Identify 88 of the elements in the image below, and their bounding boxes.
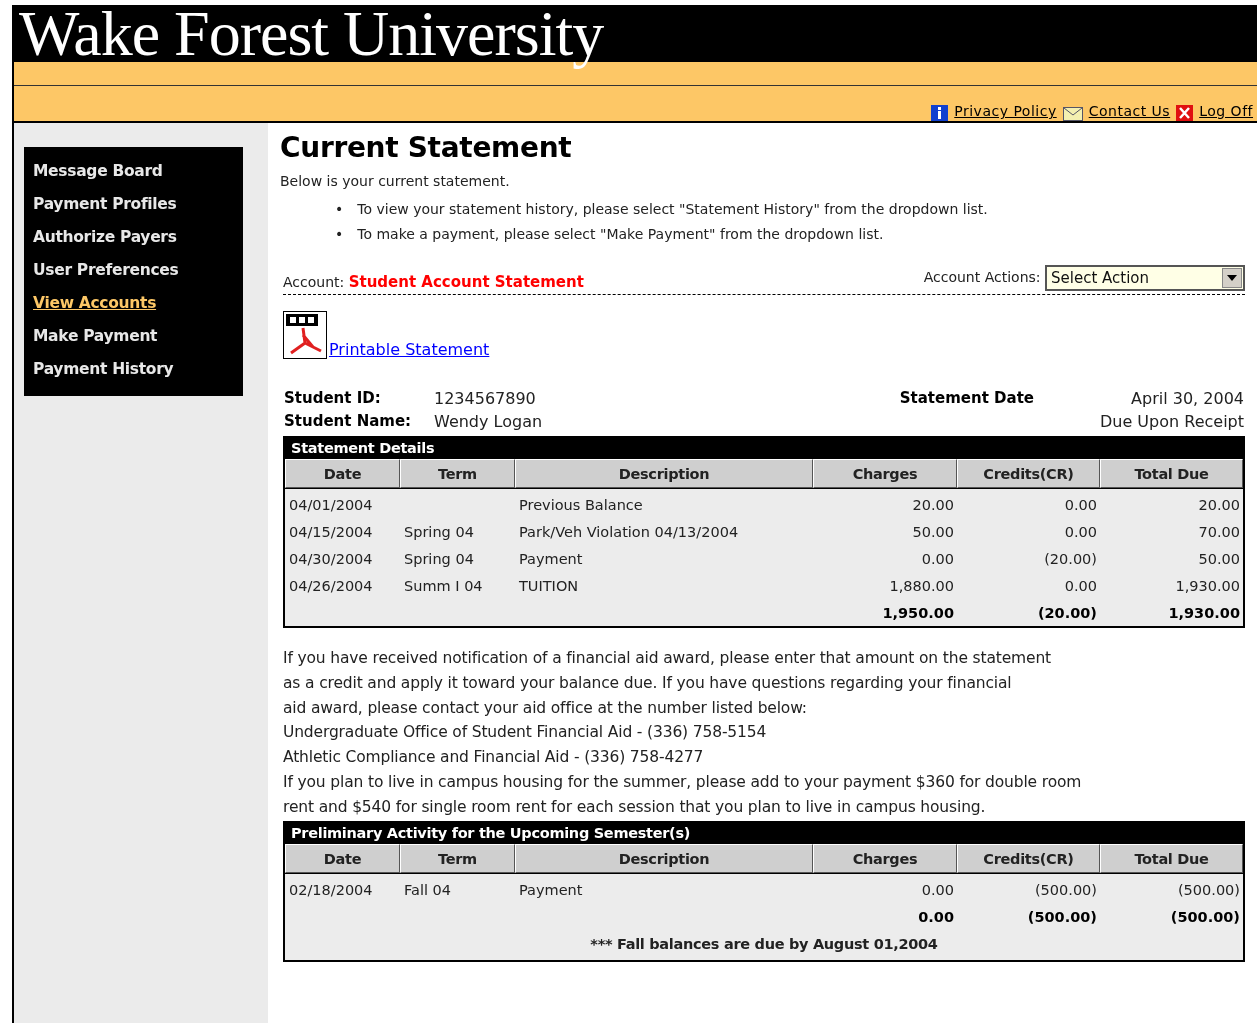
- table-cell-text: 04/01/2004: [288, 496, 374, 515]
- due-note: *** Fall balances are due by August 01,2004: [589, 934, 939, 954]
- table-cell-text: TUITION: [518, 577, 580, 596]
- caret-icon: [1227, 275, 1237, 281]
- column-header: Credits(CR): [957, 459, 1100, 488]
- table-cell-text: 04/15/2004: [288, 523, 374, 542]
- column-header: Description: [515, 459, 813, 488]
- column-header: Description: [515, 843, 813, 873]
- sidebar-link[interactable]: View Accounts: [33, 287, 157, 320]
- table-cell-text: (500.00): [1176, 880, 1241, 900]
- envelope-icon: [1062, 107, 1083, 121]
- table-cell-text: 0.00: [1063, 496, 1098, 515]
- total-cell-text: (500.00): [1026, 907, 1098, 927]
- column-header: Term: [400, 843, 515, 873]
- table-cell-text: 0.00: [920, 550, 955, 569]
- table-cell-text: Fall 04: [403, 880, 452, 900]
- account-name: Student Account Statement: [348, 273, 584, 291]
- notice-paragraph: If you have received notification of a financial aid award, please enter that amount on the statement as a credit and apply it toward your balance due. If you have questions regarding your financial aid award, please contact your aid office at the number listed below:: [283, 648, 1052, 719]
- close-icon: [1176, 105, 1194, 121]
- column-header: Total Due: [1100, 843, 1243, 873]
- notice-paragraph: Athletic Compliance and Financial Aid - (336) 758-4277: [283, 747, 705, 769]
- info-icon: [931, 105, 949, 121]
- sidebar-link[interactable]: Message Board: [33, 155, 163, 188]
- sidebar-link[interactable]: User Preferences: [33, 254, 179, 287]
- student-id: 1234567890: [434, 389, 537, 408]
- page-title: Current Statement: [280, 131, 573, 164]
- student-name: Wendy Logan: [434, 412, 544, 431]
- sidebar-link[interactable]: Authorize Payers: [33, 221, 177, 254]
- table-title: Preliminary Activity for the Upcoming Semester(s): [285, 822, 1243, 844]
- sidebar-link[interactable]: Make Payment: [33, 320, 158, 353]
- table-cell-text: 04/26/2004: [288, 577, 374, 596]
- due-terms: Due Upon Receipt: [1099, 412, 1244, 431]
- total-cell-text: (20.00): [1036, 604, 1098, 623]
- action-select[interactable]: Select Action: [1045, 265, 1245, 291]
- actions-label: Account Actions:: [923, 269, 1041, 285]
- table-cell-text: 50.00: [911, 523, 955, 542]
- pdf-file-icon: [283, 311, 327, 359]
- column-header: Date: [285, 459, 400, 488]
- total-cell-text: 0.00: [917, 907, 955, 927]
- table-cell-text: (20.00): [1043, 550, 1098, 569]
- header-link[interactable]: Contact Us: [1088, 103, 1171, 119]
- table-cell-text: (500.00): [1033, 880, 1098, 900]
- column-header: Credits(CR): [957, 843, 1100, 873]
- table-cell-text: 20.00: [911, 496, 955, 515]
- bullet-mark: •: [335, 225, 344, 244]
- table-cell-text: Previous Balance: [518, 496, 644, 515]
- column-header: Charges: [813, 459, 957, 488]
- column-header: Date: [285, 843, 400, 873]
- column-header: Charges: [813, 843, 957, 873]
- field-label: Student Name:: [284, 412, 413, 431]
- bullet-mark: •: [335, 200, 344, 219]
- intro-text: Below is your current statement.: [280, 173, 511, 189]
- header-link[interactable]: Log Off: [1199, 103, 1253, 119]
- table-cell-text: Payment: [518, 550, 584, 569]
- table-cell-text: Payment: [518, 880, 584, 900]
- table-cell-text: 1,880.00: [888, 577, 955, 596]
- statement-date: April 30, 2004: [1131, 389, 1244, 408]
- notice-paragraph: Undergraduate Office of Student Financial Aid - (336) 758-5154: [283, 722, 768, 744]
- university-logo: Wake Forest University: [19, 0, 604, 71]
- table-cell-text: Spring 04: [403, 550, 475, 569]
- table-cell-text: Summ I 04: [403, 577, 484, 596]
- header-link[interactable]: Privacy Policy: [954, 103, 1057, 119]
- printable-statement-link[interactable]: Printable Statement: [329, 340, 490, 359]
- column-header: Total Due: [1100, 459, 1243, 488]
- table-cell-text: Spring 04: [403, 523, 475, 542]
- notice-paragraph: If you plan to live in campus housing for the summer, please add to your payment $360 for double room rent and $540 for single room rent for each session that you plan to live in campus housing.: [283, 772, 1083, 818]
- table-cell-text: 02/18/2004: [288, 880, 374, 900]
- instruction-item: To view your statement history, please select "Statement History" from the dropdown list.: [357, 200, 988, 219]
- field-label: Student ID:: [284, 389, 382, 408]
- account-label: Account:: [283, 274, 345, 290]
- table-cell-text: 1,930.00: [1174, 577, 1241, 596]
- table-cell-text: Park/Veh Violation 04/13/2004: [518, 523, 740, 542]
- table-cell-text: 04/30/2004: [288, 550, 374, 569]
- table-cell-text: 0.00: [1063, 577, 1098, 596]
- table-title: Statement Details: [285, 438, 1243, 459]
- table-cell-text: 50.00: [1197, 550, 1241, 569]
- table-cell-text: 0.00: [920, 880, 955, 900]
- table-cell-text: 0.00: [1063, 523, 1098, 542]
- table-cell-text: 70.00: [1197, 523, 1241, 542]
- total-cell-text: 1,950.00: [881, 604, 955, 623]
- column-header: Term: [400, 459, 515, 488]
- total-cell-text: (500.00): [1169, 907, 1241, 927]
- sidebar-link[interactable]: Payment History: [33, 353, 174, 386]
- total-cell-text: 1,930.00: [1167, 604, 1241, 623]
- field-label: Statement Date: [899, 389, 1034, 408]
- instruction-item: To make a payment, please select "Make Payment" from the dropdown list.: [357, 225, 884, 244]
- table-cell-text: 20.00: [1197, 496, 1241, 515]
- sidebar-link[interactable]: Payment Profiles: [33, 188, 177, 221]
